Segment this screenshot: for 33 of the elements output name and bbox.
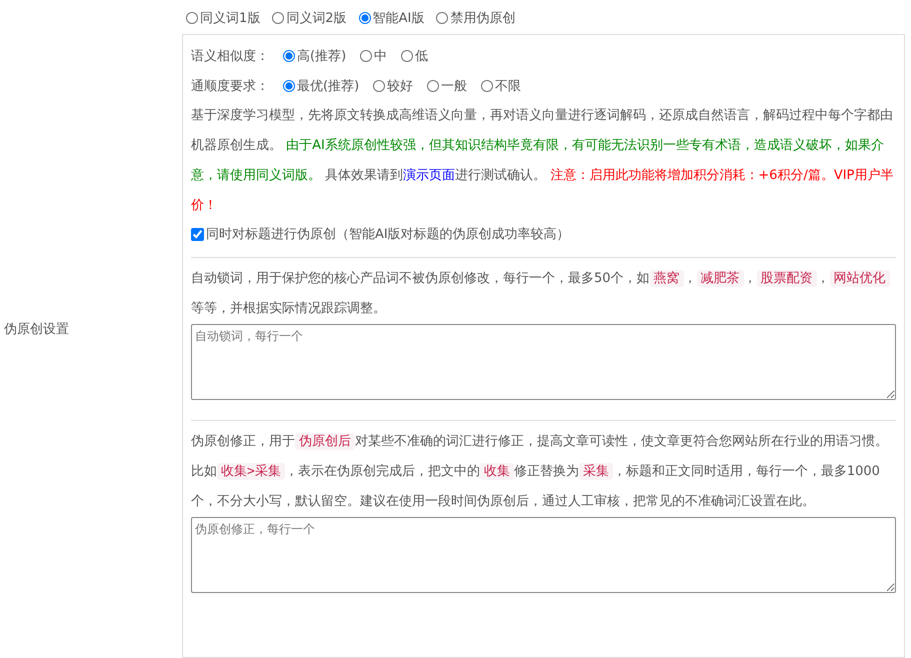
description-text: 基于深度学习模型，先将原文转换成高维语义向量，再对语义向量进行逐词解码，还原成自然语言，解码过程中每个字都由机器原创生成。 由于AI系统原创性较强，但其知识结构毕竟有限，有可能无法识别一些专有术语，造成语义破坏，如果介意，请使用同义词版。 具体效果请到演示页面进行测试确认。 注意：启用此功能将增加积分消耗：+6积分/篇。VIP用户半价！ [191,107,894,215]
radio-label[interactable]: 同义词1版 [200,9,260,27]
radio-button[interactable] [373,80,386,92]
radio-button[interactable] [436,12,448,24]
radio-button[interactable] [427,80,440,92]
checkbox-label[interactable]: 同时对标题进行伪原创（智能AI版对标题的伪原创成功率较高） [206,225,570,243]
radio-label[interactable]: 中 [374,47,388,65]
title-checkbox[interactable] [191,228,204,240]
radio-label[interactable]: 高(推荐) [297,47,346,65]
demo-link[interactable]: 演示页面 [403,168,456,183]
section-label: 伪原创设置 [4,321,69,338]
radio-button[interactable] [272,12,284,24]
radio-button[interactable] [283,80,295,92]
radio-label[interactable]: 最优(推荐) [297,77,360,95]
radio-label[interactable]: 一般 [441,77,468,95]
radio-button[interactable] [481,80,494,92]
radio-label[interactable]: 不限 [495,77,522,95]
radio-label[interactable]: 较好 [387,77,414,95]
radio-label[interactable]: 低 [415,47,428,65]
fluency-label: 通顺度要求： [191,78,269,95]
radio-label[interactable]: 智能AI版 [372,9,424,27]
lock-words-field[interactable]: 自动锁词，每行一个 [191,324,896,400]
radio-button[interactable] [283,50,295,62]
radio-button[interactable] [358,12,371,24]
radio-label[interactable]: 同义词2版 [286,9,347,27]
description-text: 自动锁词，用于保护您的核心产品词不被伪原创修改，每行一个，最多50个，如 燕窝 ， 减肥茶 ， 股票配资 ， 网站优化 等等，并根据实际情况跟踪调整。 [191,264,896,324]
radio-button[interactable] [186,12,198,24]
radio-button[interactable] [360,50,372,62]
correction-field[interactable]: 伪原创修正，每行一个 [191,517,896,593]
similarity-label: 语义相似度： [191,48,269,65]
description-text: 伪原创修正，用于 伪原创后 对某些不准确的词汇进行修正，提高文章可读性，使文章更符合您网站所在行业的用语习惯。比如 收集>采集 ，表示在伪原创完成后，把文中的 收集 修正替换为 采集 ，标题和正文同时适用，每行一个，最多1000个，不分大小写，默认留空。建议在使用一段时间伪原创后，通过人工审核，把常见的不准确词汇设置在此。 [191,432,889,511]
radio-button[interactable] [401,50,414,62]
radio-label[interactable]: 禁用伪原创 [450,9,516,27]
